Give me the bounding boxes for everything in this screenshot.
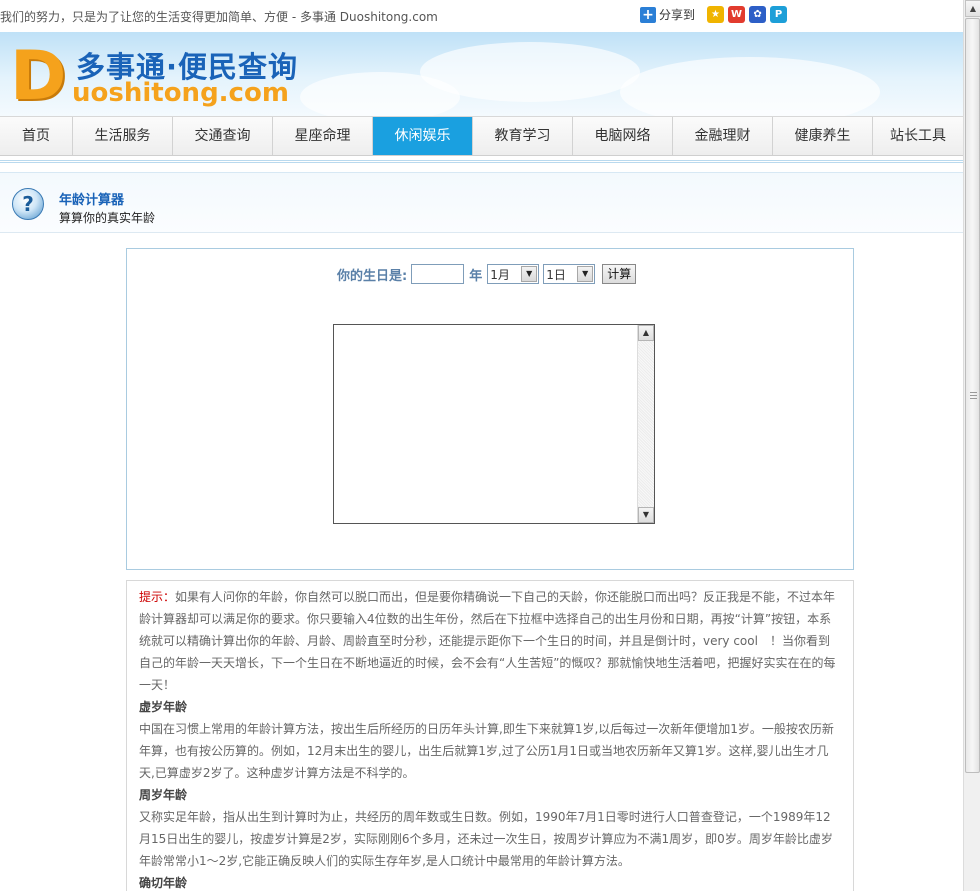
- nav-item-traffic[interactable]: 交通查询: [173, 117, 273, 155]
- nav-item-astrology[interactable]: 星座命理: [273, 117, 373, 155]
- pengyou-icon[interactable]: P: [770, 6, 788, 23]
- section-heading: 周岁年龄: [139, 788, 188, 802]
- section-heading: 虚岁年龄: [139, 700, 188, 714]
- tip-label: 提示：: [139, 590, 176, 604]
- logo-en-text: uoshitong.com: [72, 78, 289, 108]
- scroll-down-icon[interactable]: ▼: [638, 507, 654, 523]
- nav-item-webmaster[interactable]: 站长工具: [873, 117, 963, 155]
- birth-month-select[interactable]: 1月 ▼: [487, 264, 540, 284]
- scroll-up-icon[interactable]: ▲: [638, 325, 654, 341]
- page-scrollbar[interactable]: ▲: [963, 0, 980, 891]
- main-nav: 首页 生活服务 交通查询 星座命理 休闲娱乐 教育学习 电脑网络 金融理财 健康…: [0, 116, 963, 156]
- info-panel: 提示：如果有人问你的年龄，你自然可以脱口而出，但是要你精确说一下自己的天龄，你还…: [126, 580, 854, 891]
- grip-line: [970, 398, 977, 399]
- top-bar: 我们的努力，只是为了让您的生活变得更加简单、方便 - 多事通 Duoshiton…: [0, 0, 963, 32]
- tip-paragraph: 提示：如果有人问你的年龄，你自然可以脱口而出，但是要你精确说一下自己的天龄，你还…: [139, 586, 841, 696]
- nav-item-home[interactable]: 首页: [0, 117, 73, 155]
- result-scrollbar[interactable]: ▲ ▼: [637, 325, 654, 523]
- grip-line: [970, 392, 977, 393]
- tool-header: ? 年龄计算器 算算你的真实年龄: [0, 172, 963, 233]
- nav-item-computer[interactable]: 电脑网络: [573, 117, 673, 155]
- calculate-button[interactable]: 计算: [602, 264, 637, 284]
- cloud-decoration: [620, 57, 880, 116]
- scrollbar-thumb[interactable]: [965, 18, 980, 773]
- year-unit-label: 年: [469, 268, 483, 284]
- header-banner: D 多事通·便民查询 uoshitong.com: [0, 32, 963, 116]
- tool-title: 年龄计算器: [59, 193, 125, 208]
- chevron-down-icon: ▼: [577, 266, 594, 282]
- logo-letter: D: [10, 37, 67, 116]
- nav-item-education[interactable]: 教育学习: [473, 117, 573, 155]
- share-bar: + 分享到 ★ W ✿ P: [640, 6, 788, 23]
- nav-divider: [0, 160, 963, 163]
- grip-line: [970, 395, 977, 396]
- chevron-down-icon: ▼: [521, 266, 538, 282]
- tool-subtitle: 算算你的真实年龄: [59, 211, 156, 225]
- scroll-up-icon[interactable]: ▲: [965, 0, 980, 17]
- cloud-decoration: [300, 72, 460, 116]
- nav-item-finance[interactable]: 金融理财: [673, 117, 773, 155]
- section-text: 又称实足年龄，指从出生到计算时为止，共经历的周年数或生日数。例如，1990年7月…: [139, 810, 833, 868]
- site-slogan: 我们的努力，只是为了让您的生活变得更加简单、方便 - 多事通 Duoshiton…: [0, 10, 438, 24]
- qzone-icon[interactable]: ★: [707, 6, 725, 23]
- nav-item-health[interactable]: 健康养生: [773, 117, 873, 155]
- tip-text: 如果有人问你的年龄，你自然可以脱口而出，但是要你精确说一下自己的天龄，你还能脱口…: [139, 590, 836, 692]
- birth-day-select[interactable]: 1日 ▼: [543, 264, 596, 284]
- question-icon: ?: [12, 188, 44, 220]
- nav-item-life-services[interactable]: 生活服务: [73, 117, 173, 155]
- section-heading: 确切年龄: [139, 876, 188, 890]
- day-selected-value: 1日: [546, 267, 566, 282]
- share-plus-icon[interactable]: +: [640, 6, 656, 23]
- age-calculator-panel: 你的生日是: 年 1月 ▼ 1日 ▼ 计算 ▲ ▼: [126, 248, 854, 570]
- birthday-row: 你的生日是: 年 1月 ▼ 1日 ▼ 计算: [337, 264, 637, 284]
- weibo-icon[interactable]: W: [728, 6, 746, 23]
- birthday-label: 你的生日是:: [337, 268, 408, 284]
- birth-year-input[interactable]: [411, 264, 465, 284]
- result-textarea[interactable]: ▲ ▼: [333, 324, 655, 524]
- section-text: 中国在习惯上常用的年龄计算方法，按出生后所经历的日历年头计算,即生下来就算1岁,…: [139, 722, 834, 780]
- share-label[interactable]: 分享到: [659, 6, 695, 23]
- nav-item-entertainment[interactable]: 休闲娱乐: [373, 117, 473, 155]
- baidu-icon[interactable]: ✿: [749, 6, 767, 23]
- month-selected-value: 1月: [490, 267, 510, 282]
